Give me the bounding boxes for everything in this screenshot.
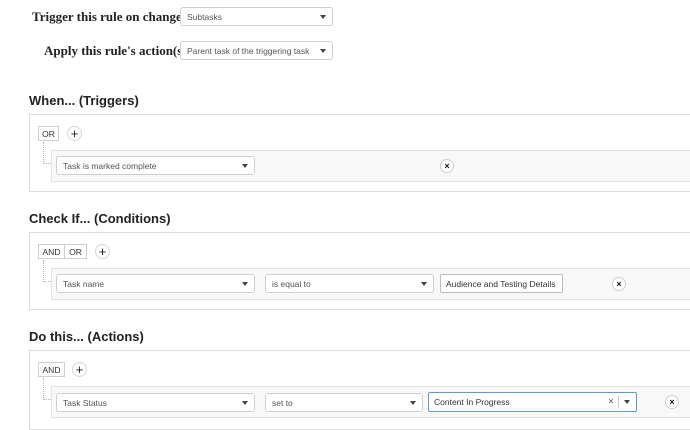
condition-operator-value: is equal to <box>272 278 311 289</box>
chevron-down-icon <box>320 14 326 19</box>
action-operator-select[interactable]: set to <box>265 393 423 412</box>
chevron-down-icon <box>242 281 248 286</box>
add-action-button[interactable]: + <box>72 362 87 377</box>
apply-actions-select[interactable]: Parent task of the triggering task <box>180 41 333 60</box>
action-field-value: Task Status <box>63 397 107 408</box>
actions-section-title: Do this... (Actions) <box>29 329 144 344</box>
trigger-field-value: Task is marked complete <box>63 160 157 171</box>
remove-condition-button[interactable]: × <box>612 277 626 291</box>
remove-trigger-button[interactable]: × <box>440 159 454 173</box>
clear-icon[interactable]: × <box>608 396 614 407</box>
chevron-down-icon <box>242 163 248 168</box>
conditions-and-button[interactable]: AND <box>38 244 65 259</box>
apply-actions-value: Parent task of the triggering task <box>187 45 310 56</box>
chevron-down-icon <box>320 48 326 53</box>
condition-field-value: Task name <box>63 278 105 289</box>
action-value-text: Content In Progress <box>434 397 510 407</box>
conditions-section-title: Check If... (Conditions) <box>29 211 171 226</box>
actions-and-button[interactable]: AND <box>38 362 65 377</box>
trigger-field-select[interactable]: Task is marked complete <box>56 156 255 175</box>
trigger-changes-value: Subtasks <box>187 11 222 22</box>
chevron-down-icon <box>410 400 416 405</box>
triggers-section-title: When... (Triggers) <box>29 93 139 108</box>
add-condition-button[interactable]: + <box>95 244 110 259</box>
condition-operator-select[interactable]: is equal to <box>265 274 434 293</box>
chevron-down-icon <box>242 400 248 405</box>
select-separator <box>618 396 619 408</box>
chevron-down-icon <box>624 400 630 404</box>
remove-action-button[interactable]: × <box>665 395 679 409</box>
condition-value-input[interactable]: Audience and Testing Details <box>440 274 563 293</box>
chevron-down-icon <box>421 281 427 286</box>
action-value-select[interactable]: Content In Progress × <box>428 392 637 412</box>
action-operator-value: set to <box>272 397 293 408</box>
triggers-or-button[interactable]: OR <box>38 126 59 141</box>
conditions-or-button[interactable]: OR <box>64 244 87 259</box>
action-field-select[interactable]: Task Status <box>56 393 255 412</box>
add-trigger-button[interactable]: + <box>67 126 82 141</box>
trigger-changes-select[interactable]: Subtasks <box>180 7 333 26</box>
condition-field-select[interactable]: Task name <box>56 274 255 293</box>
